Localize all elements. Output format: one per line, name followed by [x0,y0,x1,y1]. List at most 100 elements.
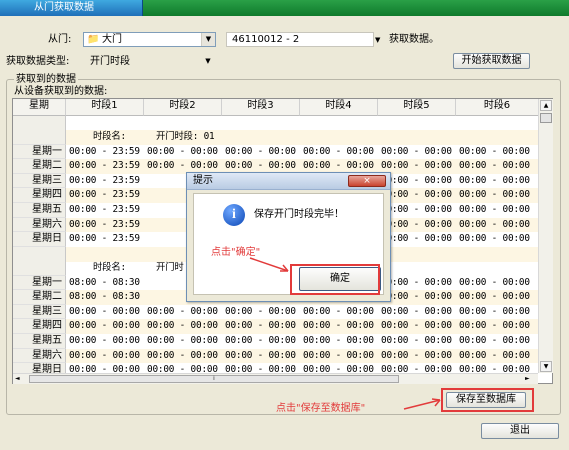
header-period-2[interactable]: 时段2 [144,99,222,116]
scroll-left-icon[interactable]: ◄ [15,374,25,383]
period-name-value: 开门时段: 01 [156,131,215,142]
period-cell[interactable]: 00:00 - 23:59 [69,203,140,218]
scroll-down-icon[interactable]: ▼ [540,361,552,372]
period-cell[interactable]: 00:00 - 00:00 [459,174,530,189]
period-cell[interactable]: 00:00 - 00:00 [381,159,452,174]
period-cell[interactable]: 00:00 - 00:00 [69,305,140,320]
weekday-cell: 星期三 [13,173,66,189]
period-name-label: 时段名: [93,262,126,273]
period-cell[interactable]: 00:00 - 00:00 [381,349,452,364]
period-cell[interactable]: 00:00 - 23:59 [69,174,140,189]
close-icon[interactable]: × [348,175,386,187]
header-period-5[interactable]: 时段5 [378,99,456,116]
highlight-box-ok [290,264,380,295]
table-row[interactable]: 星期三 00:00 - 00:00 00:00 - 00:00 00:00 - 00:… [13,304,539,320]
table-row[interactable] [13,116,539,131]
scroll-up-icon[interactable]: ▲ [540,100,552,111]
header-period-3[interactable]: 时段3 [222,99,300,116]
period-cell[interactable]: 00:00 - 00:00 [459,334,530,349]
period-cell[interactable]: 00:00 - 00:00 [459,159,530,174]
chevron-down-icon[interactable]: ▼ [201,33,215,46]
period-cell[interactable]: 00:00 - 00:00 [459,232,530,247]
period-cell[interactable]: 00:00 - 00:00 [147,319,218,334]
annotation-arrow-icon [403,398,441,410]
door-select[interactable]: 📁 大门 ▼ [83,32,216,47]
window-title-tab[interactable]: 从门获取数据 [0,0,143,16]
period-cell[interactable]: 00:00 - 00:00 [459,276,530,291]
header-period-1[interactable]: 时段1 [66,99,144,116]
annotation-arrow-icon [249,257,289,272]
period-cell[interactable]: 00:00 - 23:59 [69,145,140,160]
period-cell[interactable]: 00:00 - 00:00 [381,174,452,189]
data-type-select[interactable]: 开门时段 ▼ [84,54,216,69]
period-cell[interactable]: 00:00 - 00:00 [381,290,452,305]
period-cell[interactable]: 00:00 - 00:00 [459,203,530,218]
period-cell[interactable]: 00:00 - 00:00 [147,305,218,320]
period-cell[interactable]: 00:00 - 00:00 [459,349,530,364]
period-cell[interactable]: 00:00 - 00:00 [147,334,218,349]
period-cell[interactable]: 00:00 - 00:00 [381,334,452,349]
device-dropdown-arrow-icon[interactable]: ▼ [375,33,380,47]
folder-icon: 📁 [87,34,100,45]
table-row[interactable]: 星期一 00:00 - 23:59 00:00 - 00:00 00:00 - 00:… [13,144,539,160]
period-cell[interactable]: 00:00 - 23:59 [69,232,140,247]
period-cell[interactable]: 00:00 - 00:00 [459,305,530,320]
device-select[interactable]: 46110012 - 2 [226,32,374,47]
period-cell[interactable]: 00:00 - 00:00 [147,349,218,364]
header-period-6[interactable]: 时段6 [456,99,539,116]
period-cell[interactable]: 00:00 - 00:00 [147,145,218,160]
table-row[interactable]: 时段名: 开门时段: 01 [13,130,539,145]
period-cell[interactable]: 00:00 - 00:00 [225,305,296,320]
save-to-database-button[interactable]: 保存至数据库 [446,392,526,408]
period-cell[interactable]: 08:00 - 08:30 [69,290,140,305]
period-cell[interactable]: 00:00 - 00:00 [225,145,296,160]
horizontal-scrollbar[interactable]: ◄ ⁞ ► [13,373,538,384]
start-fetch-button[interactable]: 开始获取数据 [453,53,530,69]
table-row[interactable]: 星期四 00:00 - 00:00 00:00 - 00:00 00:00 - 00:… [13,319,539,334]
header-period-4[interactable]: 时段4 [300,99,378,116]
table-row[interactable]: 星期五 00:00 - 00:00 00:00 - 00:00 00:00 - 00:… [13,334,539,349]
period-cell[interactable]: 00:00 - 23:59 [69,218,140,233]
info-icon: i [223,204,245,226]
period-cell[interactable]: 00:00 - 23:59 [69,188,140,203]
weekday-cell: 星期二 [13,159,66,174]
period-cell[interactable]: 00:00 - 00:00 [381,305,452,320]
period-cell[interactable]: 00:00 - 00:00 [69,349,140,364]
exit-button[interactable]: 退出 [481,423,559,439]
period-cell[interactable]: 00:00 - 00:00 [225,319,296,334]
horizontal-scroll-thumb[interactable]: ⁞ [29,375,399,383]
period-cell[interactable]: 00:00 - 00:00 [303,305,374,320]
chevron-down-icon[interactable]: ▼ [201,55,215,68]
header-weekday[interactable]: 星期 [13,99,66,116]
period-cell[interactable]: 00:00 - 00:00 [459,290,530,305]
dialog-titlebar[interactable]: 提示 × [187,173,390,190]
period-cell[interactable]: 00:00 - 00:00 [459,218,530,233]
period-cell[interactable]: 00:00 - 00:00 [459,188,530,203]
period-cell[interactable]: 00:00 - 00:00 [381,218,452,233]
period-cell[interactable]: 00:00 - 00:00 [381,319,452,334]
scroll-thumb[interactable] [540,113,552,123]
period-cell[interactable]: 00:00 - 00:00 [459,145,530,160]
period-cell[interactable]: 00:00 - 00:00 [381,203,452,218]
vertical-scrollbar[interactable]: ▲ ▼ [538,99,553,373]
period-cell[interactable]: 00:00 - 00:00 [303,349,374,364]
period-cell[interactable]: 00:00 - 00:00 [303,319,374,334]
period-cell[interactable]: 00:00 - 00:00 [381,145,452,160]
period-cell[interactable]: 00:00 - 00:00 [381,276,452,291]
period-cell[interactable]: 00:00 - 00:00 [303,334,374,349]
period-cell[interactable]: 08:00 - 08:30 [69,276,140,291]
period-cell[interactable]: 00:00 - 00:00 [459,319,530,334]
period-cell[interactable]: 00:00 - 00:00 [381,232,452,247]
weekday-cell: 星期一 [13,275,66,291]
table-row[interactable]: 星期六 00:00 - 00:00 00:00 - 00:00 00:00 - 00:… [13,348,539,364]
period-cell[interactable]: 00:00 - 00:00 [225,334,296,349]
weekday-cell: 星期一 [13,144,66,160]
period-cell[interactable]: 00:00 - 00:00 [69,334,140,349]
scroll-right-icon[interactable]: ► [525,374,535,383]
period-cell[interactable]: 00:00 - 00:00 [225,349,296,364]
period-cell[interactable]: 00:00 - 00:00 [381,188,452,203]
period-cell[interactable]: 00:00 - 00:00 [303,145,374,160]
device-select-value: 46110012 - 2 [232,34,300,45]
period-cell[interactable]: 00:00 - 23:59 [69,159,140,174]
period-cell[interactable]: 00:00 - 00:00 [69,319,140,334]
